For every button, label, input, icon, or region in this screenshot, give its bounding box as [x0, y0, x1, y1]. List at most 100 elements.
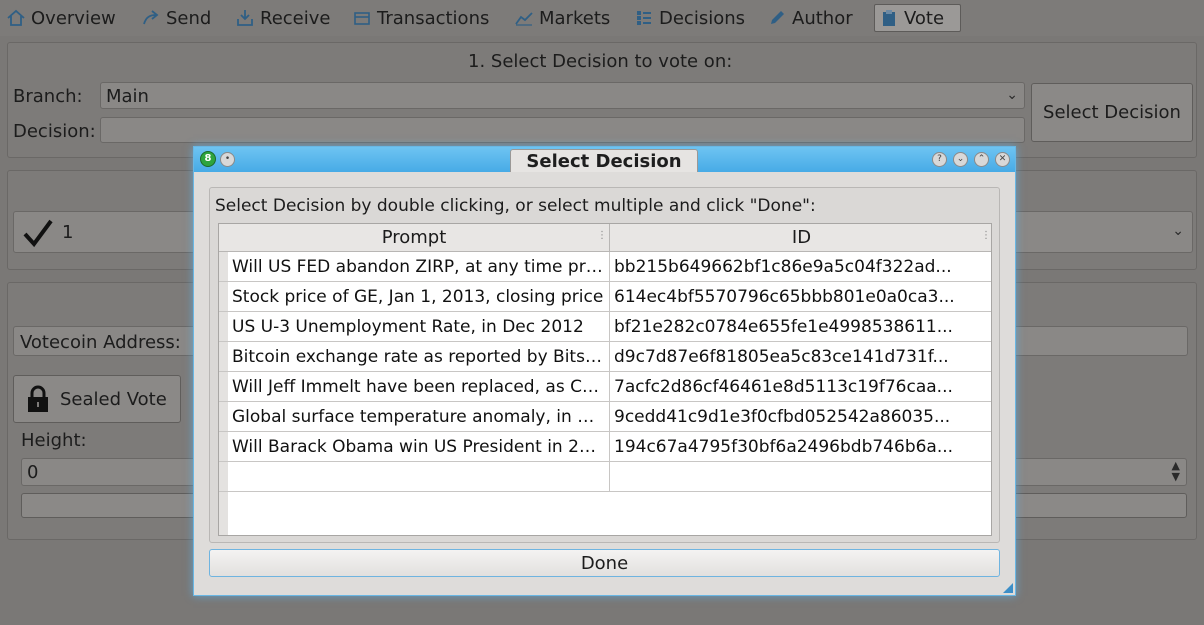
window-menu-icon[interactable]: • [220, 152, 235, 167]
table-row-prompt[interactable]: Will Jeff Immelt have been replaced, as … [228, 372, 610, 402]
toolbar-markets-label: Markets [539, 7, 611, 29]
branch-select-value: Main [106, 86, 149, 107]
cell-prompt: Will Jeff Immelt have been replaced, as … [232, 376, 605, 397]
toolbar-decisions[interactable]: Decisions [630, 4, 749, 32]
toolbar-overview-label: Overview [31, 7, 116, 29]
column-header-id[interactable]: ID ⋮ [610, 224, 991, 252]
home-icon [7, 9, 25, 26]
table-row-id[interactable]: 9cedd41c9d1e3f0cfbd052542a86035... [610, 402, 991, 432]
list-bullets-icon [637, 11, 651, 25]
dialog-instruction: Select Decision by double clicking, or s… [215, 196, 816, 216]
column-resize-handle-icon[interactable]: ⋮ [981, 230, 991, 241]
votecoin-address-label: Votecoin Address: [20, 332, 181, 353]
spin-arrows-icon[interactable]: ▲ ▼ [1172, 460, 1180, 482]
table-row-id[interactable]: 614ec4bf5570796c65bbb801e0a0ca3... [610, 282, 991, 312]
toolbar-vote[interactable]: Vote [874, 4, 961, 32]
cell-prompt: Will US FED abandon ZIRP, at any time pr… [232, 256, 605, 277]
resize-grip-icon[interactable] [1003, 583, 1013, 593]
cell-id: bb215b649662bf1c86e9a5c04f322ad... [614, 256, 952, 277]
cell-id: 7acfc2d86cf46461e8d5113c19f76caa... [614, 376, 953, 397]
column-header-prompt-label: Prompt [381, 227, 447, 248]
decision-field[interactable] [100, 117, 1025, 143]
toolbar-vote-label: Vote [904, 7, 945, 29]
height-value: 0 [27, 462, 39, 483]
toolbar-author-label: Author [792, 7, 853, 29]
table-row-id[interactable]: bf21e282c0784e655fe1e4998538611... [610, 312, 991, 342]
toolbar-send[interactable]: Send [137, 4, 215, 32]
row-header[interactable] [219, 462, 228, 492]
clipboard-icon [883, 10, 895, 26]
column-header-id-label: ID [791, 227, 812, 248]
app-icon[interactable]: 8 [200, 151, 216, 167]
tab-sealed-vote-label: Sealed Vote [60, 388, 167, 410]
cell-id: d9c7d87e6f81805ea5c83ce141d731f... [614, 346, 949, 367]
row-header[interactable] [219, 432, 228, 462]
send-arrow-icon [143, 10, 159, 25]
table-row-prompt[interactable]: Bitcoin exchange rate as reported by Bit… [228, 342, 610, 372]
toolbar-receive-label: Receive [260, 7, 331, 29]
table-row-empty[interactable] [610, 462, 991, 492]
cell-id: bf21e282c0784e655fe1e4998538611... [614, 316, 953, 337]
pencil-icon [771, 11, 784, 24]
minimize-icon[interactable]: ⌄ [953, 152, 968, 167]
maximize-icon[interactable]: ⌃ [974, 152, 989, 167]
select-decision-button[interactable]: Select Decision [1031, 83, 1193, 142]
branch-select[interactable]: Main ⌄ [100, 82, 1025, 109]
toolbar-receive[interactable]: Receive [231, 4, 334, 32]
close-icon[interactable]: ✕ [995, 152, 1010, 167]
decision-table[interactable]: Prompt ⋮ ID ⋮ Will US FED abandon ZIRP, … [218, 223, 992, 536]
vote-select-value: 1 [62, 222, 74, 243]
row-header[interactable] [219, 402, 228, 432]
cell-prompt: Global surface temperature anomaly, in 2… [232, 406, 605, 427]
cell-prompt: Stock price of GE, Jan 1, 2013, closing … [232, 286, 604, 307]
chevron-down-icon: ⌄ [1006, 87, 1018, 103]
row-header[interactable] [219, 312, 228, 342]
toolbar-markets[interactable]: Markets [510, 4, 614, 32]
cell-id: 614ec4bf5570796c65bbb801e0a0ca3... [614, 286, 955, 307]
table-row-empty[interactable] [228, 462, 610, 492]
column-resize-handle-icon[interactable]: ⋮ [597, 230, 607, 241]
branch-label: Branch: [13, 86, 83, 107]
table-row-prompt[interactable]: Stock price of GE, Jan 1, 2013, closing … [228, 282, 610, 312]
select-decision-dialog: 8 • Select Decision ? ⌄ ⌃ ✕ Select Decis… [193, 146, 1016, 596]
row-header[interactable] [219, 372, 228, 402]
main-toolbar: Overview Send Receive Transactions Marke… [0, 0, 1204, 36]
height-label: Height: [21, 430, 87, 451]
toolbar-send-label: Send [166, 7, 212, 29]
toolbar-author[interactable]: Author [763, 4, 857, 32]
table-row-id[interactable]: bb215b649662bf1c86e9a5c04f322ad... [610, 252, 991, 282]
table-row-prompt[interactable]: US U-3 Unemployment Rate, in Dec 2012 [228, 312, 610, 342]
dialog-titlebar[interactable]: 8 • Select Decision ? ⌄ ⌃ ✕ [194, 147, 1015, 172]
help-icon[interactable]: ? [932, 152, 947, 167]
decision-label: Decision: [13, 121, 96, 142]
toolbar-decisions-label: Decisions [659, 7, 746, 29]
row-header[interactable] [219, 282, 228, 312]
cell-prompt: US U-3 Unemployment Rate, in Dec 2012 [232, 316, 584, 337]
toolbar-transactions-label: Transactions [377, 7, 490, 29]
table-row-prompt[interactable]: Will Barack Obama win US President in 20… [228, 432, 610, 462]
chart-line-icon [515, 12, 533, 26]
receive-inbox-icon [237, 10, 253, 26]
table-row-id[interactable]: 7acfc2d86cf46461e8d5113c19f76caa... [610, 372, 991, 402]
lock-icon [28, 385, 48, 412]
table-row-prompt[interactable]: Will US FED abandon ZIRP, at any time pr… [228, 252, 610, 282]
table-row-id[interactable]: 194c67a4795f30bf6a2496bdb746b6a... [610, 432, 991, 462]
list-icon [354, 12, 370, 25]
row-header [219, 492, 228, 535]
chevron-down-icon: ⌄ [1172, 223, 1184, 239]
cell-prompt: Bitcoin exchange rate as reported by Bit… [232, 346, 605, 367]
toolbar-overview[interactable]: Overview [2, 4, 120, 32]
table-row-prompt[interactable]: Global surface temperature anomaly, in 2… [228, 402, 610, 432]
step1-title: 1. Select Decision to vote on: [468, 51, 733, 72]
done-button[interactable]: Done [209, 549, 1000, 577]
table-row-id[interactable]: d9c7d87e6f81805ea5c83ce141d731f... [610, 342, 991, 372]
row-header[interactable] [219, 342, 228, 372]
toolbar-transactions[interactable]: Transactions [348, 4, 493, 32]
row-header[interactable] [219, 252, 228, 282]
dialog-title: Select Decision [510, 149, 698, 172]
column-header-prompt[interactable]: Prompt ⋮ [219, 224, 610, 252]
tab-sealed-vote[interactable]: Sealed Vote [13, 375, 181, 423]
cell-id: 9cedd41c9d1e3f0cfbd052542a86035... [614, 406, 951, 427]
cell-id: 194c67a4795f30bf6a2496bdb746b6a... [614, 436, 954, 457]
cell-prompt: Will Barack Obama win US President in 20… [232, 436, 605, 457]
